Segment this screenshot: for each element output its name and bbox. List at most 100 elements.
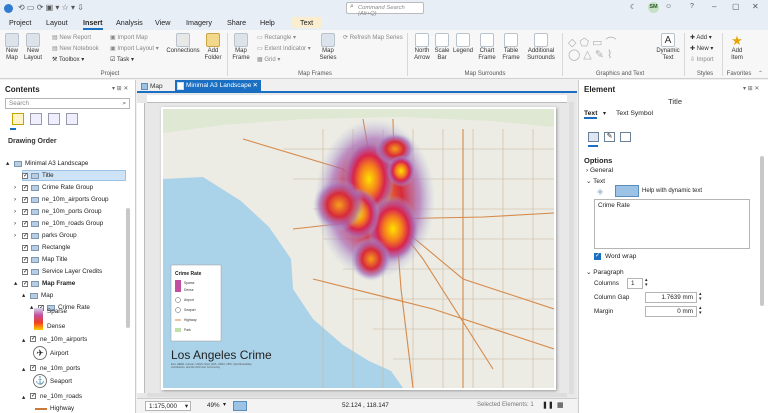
- tab-text-symbol[interactable]: Text Symbol: [616, 110, 653, 117]
- layer-visibility-checkbox[interactable]: [30, 335, 36, 342]
- properties-icon[interactable]: [588, 132, 599, 142]
- tree-expander[interactable]: ›: [14, 232, 16, 239]
- toolbox-button[interactable]: ⚒ Toolbox ▾: [52, 56, 84, 64]
- graphics-gallery[interactable]: ◇⬠▭⌒ ◯△✎⌇: [568, 34, 652, 62]
- add-folder-button[interactable]: Add Folder: [202, 33, 224, 62]
- tab-layout[interactable]: Layout: [46, 18, 68, 27]
- connections-button[interactable]: Connections: [166, 33, 200, 55]
- horizontal-scrollbar[interactable]: [147, 393, 567, 397]
- command-search-box[interactable]: ⌕ Command Search (Alt+Q): [346, 2, 424, 17]
- user-avatar[interactable]: SM: [648, 2, 659, 13]
- new-style-button[interactable]: ✚ New ▾: [690, 45, 713, 53]
- additional-surrounds-button[interactable]: Additional Surrounds: [522, 33, 560, 62]
- layer-visibility-checkbox[interactable]: [22, 208, 28, 215]
- tree-item-label[interactable]: ne_10m_airports Group: [42, 196, 109, 203]
- tab-text[interactable]: Text: [292, 17, 322, 28]
- new-layout-button[interactable]: New Layout: [23, 33, 43, 62]
- help-dynamic-text-link[interactable]: Help with dynamic text: [642, 188, 702, 194]
- new-notebook-button[interactable]: ▤ New Notebook: [52, 45, 99, 53]
- tree-item-label[interactable]: Map Frame: [42, 280, 75, 287]
- tree-item-label[interactable]: Map Title: [42, 256, 68, 263]
- contents-scrollbar[interactable]: [126, 208, 130, 328]
- tree-expander[interactable]: ▴: [30, 304, 33, 311]
- dynamic-text-help-icon[interactable]: [615, 185, 639, 197]
- tree-expander[interactable]: ▴: [14, 280, 17, 287]
- import-layout-button[interactable]: ▣ Import Layout ▾: [110, 45, 159, 53]
- map-frame[interactable]: Crime Rate Sparse Dense Airport Seaport …: [163, 109, 554, 388]
- tab-insert[interactable]: Insert: [83, 18, 103, 30]
- tree-item-label[interactable]: ne_10m_ports Group: [42, 208, 102, 215]
- columns-input[interactable]: 1: [627, 278, 643, 289]
- add-style-button[interactable]: ✚ Add ▾: [690, 34, 712, 42]
- tab-view[interactable]: View: [155, 18, 170, 27]
- import-style-button[interactable]: ⇩ Import: [690, 56, 714, 64]
- chevron-down-icon[interactable]: ▾: [603, 110, 606, 117]
- close-tab-icon[interactable]: ✕: [253, 80, 258, 92]
- margin-input[interactable]: 0 mm: [645, 306, 697, 317]
- tree-expander[interactable]: ›: [14, 208, 16, 215]
- snapping-list-icon[interactable]: [66, 113, 78, 125]
- extent-indicator-button[interactable]: ▭ Extent Indicator ▾: [257, 45, 311, 53]
- layer-visibility-checkbox[interactable]: [22, 280, 28, 287]
- tab-project[interactable]: Project: [9, 18, 31, 27]
- scale-bar-button[interactable]: Scale Bar: [433, 33, 451, 62]
- view-tab-layout[interactable]: Minimal A3 Landscape ✕: [175, 80, 261, 92]
- layer-visibility-checkbox[interactable]: [22, 232, 28, 239]
- notifications-icon[interactable]: ☾: [630, 3, 636, 11]
- tree-item-label[interactable]: Map: [41, 292, 53, 299]
- tab-imagery[interactable]: Imagery: [186, 18, 212, 27]
- layer-visibility-checkbox[interactable]: [22, 184, 28, 191]
- close-icon[interactable]: ✕: [752, 2, 759, 11]
- column-gap-input[interactable]: 1.7639 mm: [645, 292, 697, 303]
- grid-button[interactable]: ▦ Grid ▾: [257, 56, 280, 64]
- paragraph-section[interactable]: ⌄ Paragraph: [586, 268, 624, 276]
- import-map-button[interactable]: ▣ Import Map: [110, 34, 148, 42]
- dynamic-text-button[interactable]: A Dynamic Text: [654, 33, 682, 62]
- minimize-icon[interactable]: –: [712, 2, 716, 11]
- tree-expander[interactable]: ›: [14, 196, 16, 203]
- element-pane-scrollbar[interactable]: [760, 156, 764, 306]
- edit-icon[interactable]: ✎: [604, 132, 615, 142]
- grid-view-icon[interactable]: ▦: [557, 401, 564, 409]
- layer-visibility-checkbox[interactable]: [30, 364, 36, 371]
- tree-item-label[interactable]: Title: [42, 172, 54, 179]
- word-wrap-checkbox[interactable]: ✓: [594, 253, 601, 260]
- tree-item-label[interactable]: Crime Rate Group: [42, 184, 93, 191]
- help-button[interactable]: ?: [690, 3, 694, 10]
- new-map-button[interactable]: New Map: [3, 33, 21, 62]
- tab-share[interactable]: Share: [227, 18, 246, 27]
- layer-visibility-checkbox[interactable]: [22, 220, 28, 227]
- ports-layer-label[interactable]: ne_10m_ports: [40, 365, 80, 372]
- pane-options-icon[interactable]: ▾ ⊞ ✕: [112, 85, 128, 92]
- tab-text-options[interactable]: Text: [584, 110, 598, 119]
- zoom-to-page-icon[interactable]: [233, 401, 247, 411]
- text-input-area[interactable]: Crime Rate: [594, 199, 750, 249]
- zoom-level[interactable]: 49%: [207, 402, 220, 409]
- layer-visibility-checkbox[interactable]: [22, 244, 28, 251]
- tree-expander[interactable]: ›: [14, 220, 16, 227]
- rectangle-button[interactable]: ▭ Rectangle ▾: [257, 34, 296, 42]
- layer-visibility-checkbox[interactable]: [22, 256, 28, 263]
- legend-button[interactable]: Legend: [451, 33, 475, 55]
- map-series-button[interactable]: Map Series: [316, 33, 340, 62]
- chart-frame-button[interactable]: Chart Frame: [476, 33, 498, 62]
- new-report-button[interactable]: ▤ New Report: [52, 34, 91, 42]
- tree-expander[interactable]: ›: [14, 184, 16, 191]
- tree-expander[interactable]: ▴: [6, 160, 9, 167]
- airports-layer-label[interactable]: ne_10m_airports: [40, 336, 87, 343]
- tab-analysis[interactable]: Analysis: [116, 18, 143, 27]
- task-button[interactable]: ☑ Task ▾: [110, 56, 134, 64]
- spinner-arrows-icon[interactable]: ▴ ▾: [699, 306, 702, 316]
- tag-icon[interactable]: ◈: [597, 187, 603, 196]
- layer-visibility-checkbox[interactable]: [22, 196, 28, 203]
- add-item-button[interactable]: ★ Add Item: [726, 33, 748, 62]
- scale-input[interactable]: 1:175,000 ▾: [145, 401, 191, 411]
- map-frame-button[interactable]: Map Frame: [230, 33, 252, 62]
- chevron-down-icon[interactable]: ▾: [223, 401, 226, 408]
- view-tab-map[interactable]: Map: [139, 81, 172, 92]
- user-menu-icon[interactable]: ☺: [665, 3, 672, 10]
- tree-item-label[interactable]: Minimal A3 Landscape: [25, 160, 88, 167]
- spinner-arrows-icon[interactable]: ▴ ▾: [699, 292, 702, 302]
- drawing-order-icon[interactable]: [12, 113, 24, 125]
- tab-help[interactable]: Help: [260, 18, 275, 27]
